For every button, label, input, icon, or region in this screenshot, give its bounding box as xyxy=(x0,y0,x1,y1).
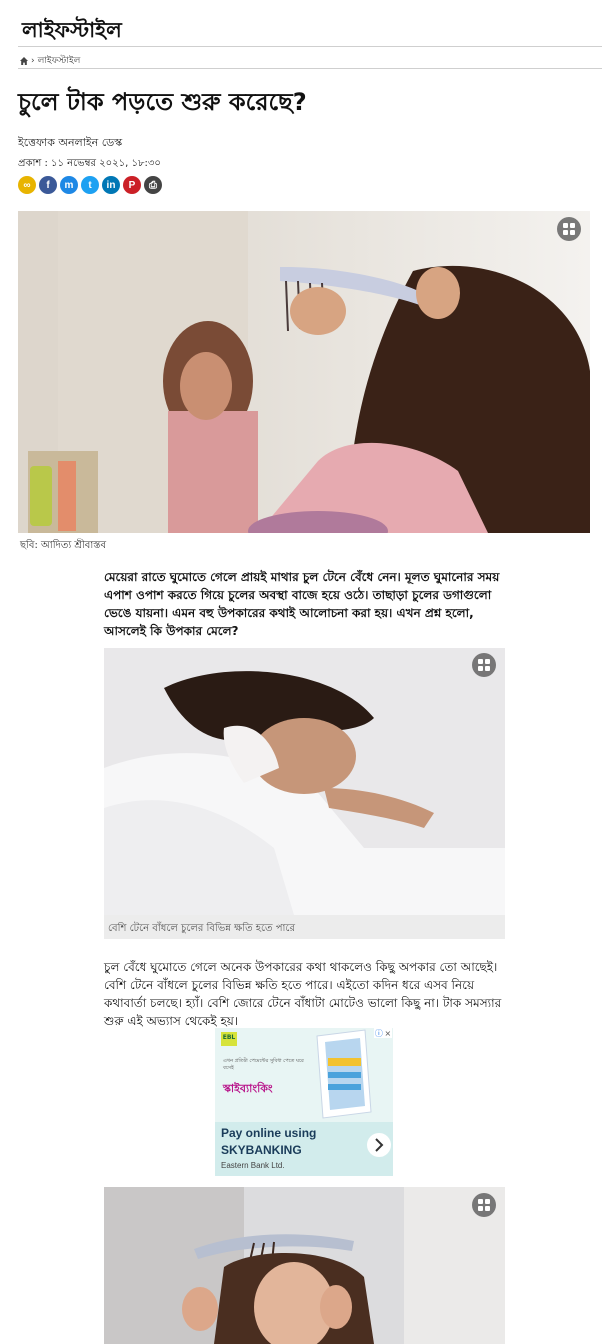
hero-caption: ছবি: আদিত্য শ্রীবাস্তব xyxy=(20,540,107,551)
article-image-comb[interactable] xyxy=(104,1187,505,1344)
image-caption: বেশি টেনে বাঁধলে চুলের বিভিন্ন ক্ষতি হতে… xyxy=(108,923,295,934)
breadcrumb-separator: › xyxy=(31,55,35,66)
close-icon[interactable]: × xyxy=(384,1029,391,1038)
breadcrumb-current[interactable]: লাইফস্টাইল xyxy=(38,53,81,68)
divider xyxy=(18,46,602,47)
article-image-sleeping[interactable] xyxy=(104,648,505,915)
home-icon[interactable] xyxy=(20,56,28,65)
ad-headline: Pay online using xyxy=(221,1126,317,1140)
share-bar: ∞ f m t in P ⎙ xyxy=(18,176,162,194)
info-icon[interactable]: ⓘ xyxy=(375,1028,383,1039)
ad-bank: Eastern Bank Ltd. xyxy=(221,1161,285,1170)
pinterest-icon[interactable]: P xyxy=(123,176,141,194)
article-paragraph: চুল বেঁধে ঘুমোতে গেলে অনেক উপকারের কথা থ… xyxy=(104,960,502,1028)
ad-bangla-line: এখন প্রতিটা পেমেন্টের সুবিধা পেতে ঘরে বস… xyxy=(223,1058,304,1071)
ad-brand-bn: স্কাইব্যাংকিং xyxy=(223,1082,273,1095)
article-intro: মেয়েরা রাতে ঘুমোতে গেলে প্রায়ই মাথার চ… xyxy=(104,570,500,638)
hero-image[interactable] xyxy=(18,211,590,533)
gallery-icon[interactable] xyxy=(472,653,496,677)
breadcrumb: › লাইফস্টাইল xyxy=(20,53,80,68)
ebl-badge: EBL xyxy=(222,1034,236,1041)
linkedin-icon[interactable]: in xyxy=(102,176,120,194)
section-title[interactable]: লাইফস্টাইল xyxy=(22,14,122,49)
messenger-icon[interactable]: m xyxy=(60,176,78,194)
author[interactable]: ইত্তেফাক অনলাইন ডেস্ক xyxy=(18,134,122,153)
article-headline: চুলে টাক পড়তে শুরু করেছে? xyxy=(18,88,307,116)
publish-date: প্রকাশ : ১১ নভেম্বর ২০২১, ১৮:৩০ xyxy=(18,158,161,169)
ad-choices[interactable]: ⓘ × xyxy=(374,1028,392,1038)
twitter-icon[interactable]: t xyxy=(81,176,99,194)
ad-brand: SKYBANKING xyxy=(221,1143,302,1157)
facebook-icon[interactable]: f xyxy=(39,176,57,194)
divider xyxy=(18,68,602,69)
link-icon[interactable]: ∞ xyxy=(18,176,36,194)
print-icon[interactable]: ⎙ xyxy=(144,176,162,194)
advertisement[interactable]: EBL এখন প্রতিটা পেমেন্টের সুবিধা পেতে ঘর… xyxy=(215,1028,393,1176)
gallery-icon[interactable] xyxy=(472,1193,496,1217)
gallery-icon[interactable] xyxy=(557,217,581,241)
